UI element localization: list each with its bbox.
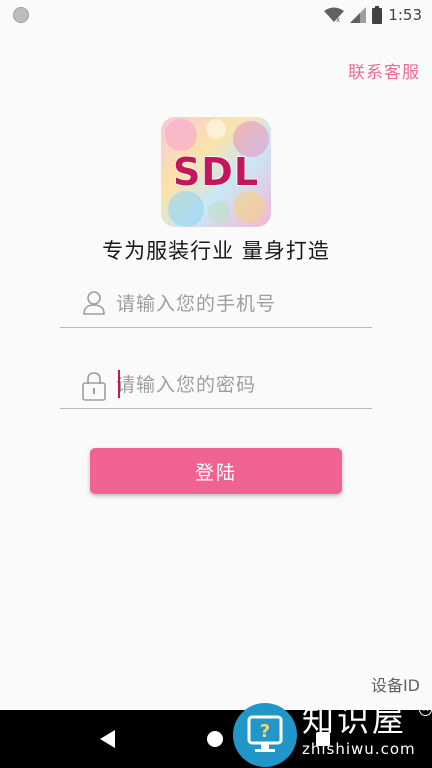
login-screen: x 1:53 联系客服 SDL 专为服装行业 量身打造 请输入您的手机号 登陆 … (0, 0, 432, 768)
watermark-title: 知识屋 (302, 701, 408, 739)
lock-icon (82, 371, 106, 401)
status-indicators: x 1:53 (324, 4, 422, 26)
phone-input[interactable] (116, 288, 366, 320)
text-cursor (118, 370, 120, 398)
registered-icon: R (419, 703, 432, 716)
clock: 1:53 (388, 6, 422, 24)
user-icon (82, 290, 106, 318)
wifi-icon: x (324, 7, 345, 23)
status-bar: x 1:53 (0, 0, 432, 30)
phone-field (60, 284, 372, 328)
svg-text:?: ? (260, 721, 270, 742)
back-icon[interactable] (100, 730, 116, 752)
device-id-link[interactable]: 设备ID (371, 672, 420, 696)
logo-text: SDL (172, 149, 260, 195)
password-input[interactable] (116, 369, 366, 401)
watermark-domain: zhishiwu.com (302, 740, 416, 758)
watermark: 知识屋 zhishiwu.com (302, 700, 416, 758)
notification-icon (13, 7, 29, 23)
slogan: 专为服装行业 量身打造 (102, 239, 330, 263)
battery-icon (372, 6, 383, 24)
signal-icon (350, 7, 367, 23)
home-icon[interactable] (207, 731, 223, 747)
password-field (60, 365, 372, 409)
svg-text:x: x (336, 16, 340, 23)
login-button[interactable]: 登陆 (90, 448, 342, 494)
app-logo: SDL (161, 117, 271, 227)
watermark-monitor-icon: ? (233, 703, 297, 767)
contact-support-link[interactable]: 联系客服 (348, 58, 420, 83)
